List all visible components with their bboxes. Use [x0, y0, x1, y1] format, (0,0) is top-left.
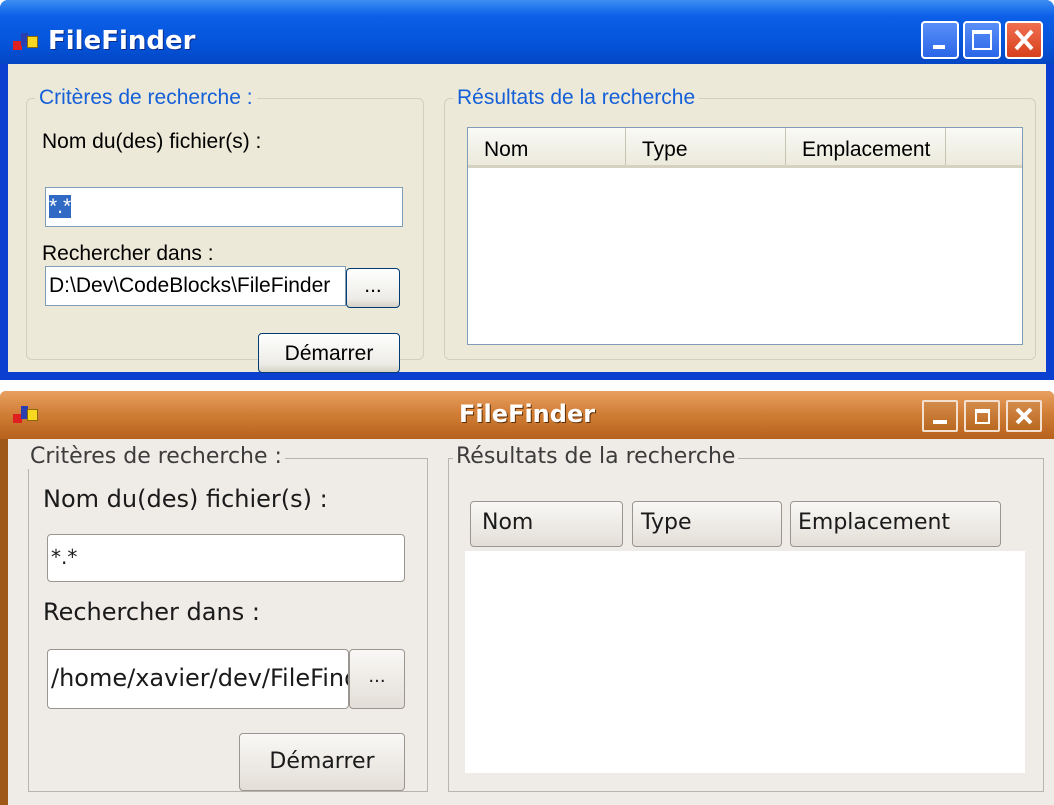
- minimize-icon: [933, 420, 947, 424]
- maximize-icon: [972, 30, 992, 50]
- xp-window: FileFinder Critères de recherche : Nom d…: [0, 0, 1054, 380]
- gtk-window: FileFinder Critères de recherche : Nom d…: [0, 391, 1054, 805]
- search-in-input[interactable]: D:\Dev\CodeBlocks\FileFinder: [45, 266, 346, 306]
- column-header-emplacement[interactable]: Emplacement: [786, 128, 946, 165]
- results-list[interactable]: Nom Type Emplacement: [467, 127, 1023, 345]
- search-in-input[interactable]: /home/xavier/dev/FileFinder: [47, 649, 349, 709]
- gtk-title-bar[interactable]: FileFinder: [0, 391, 1054, 439]
- column-header-type[interactable]: Type: [632, 501, 782, 547]
- browse-button[interactable]: ...: [346, 268, 400, 308]
- minimize-icon: [933, 45, 945, 49]
- maximize-icon: [975, 409, 990, 424]
- results-group: Résultats de la recherche Nom Type Empla…: [448, 444, 1044, 792]
- start-button[interactable]: Démarrer: [239, 733, 405, 791]
- gtk-client-area: Critères de recherche : Nom du(des) fich…: [8, 439, 1054, 805]
- maximize-button[interactable]: [964, 400, 1000, 432]
- minimize-button[interactable]: [922, 400, 958, 432]
- criteria-group-title: Critères de recherche :: [35, 86, 257, 110]
- window-title: FileFinder: [48, 26, 196, 56]
- criteria-group-title: Critères de recherche :: [27, 444, 285, 469]
- search-in-label: Rechercher dans :: [43, 598, 260, 626]
- close-button[interactable]: [1005, 21, 1043, 59]
- results-list[interactable]: [465, 551, 1025, 773]
- column-header-emplacement[interactable]: Emplacement: [790, 501, 1001, 547]
- search-in-label: Rechercher dans :: [42, 242, 214, 265]
- column-header-nom[interactable]: Nom: [468, 128, 626, 165]
- close-icon: [1015, 407, 1033, 425]
- criteria-group: Critères de recherche : Nom du(des) fich…: [26, 86, 424, 373]
- filename-input[interactable]: *.*: [47, 534, 405, 582]
- column-header-nom[interactable]: Nom: [470, 501, 623, 547]
- filename-label: Nom du(des) fichier(s) :: [43, 485, 328, 513]
- close-button[interactable]: [1006, 400, 1042, 432]
- filename-value: *.*: [51, 545, 78, 569]
- results-group: Résultats de la recherche Nom Type Empla…: [444, 86, 1036, 360]
- maximize-button[interactable]: [963, 21, 1001, 59]
- filename-value: *.*: [49, 195, 72, 218]
- results-group-title: Résultats de la recherche: [453, 86, 700, 110]
- xp-client-area: Critères de recherche : Nom du(des) fich…: [8, 64, 1046, 373]
- filename-label: Nom du(des) fichier(s) :: [42, 130, 262, 153]
- filename-input[interactable]: *.*: [45, 187, 403, 227]
- minimize-button[interactable]: [921, 21, 959, 59]
- close-icon: [1014, 29, 1034, 51]
- filefinder-app-icon[interactable]: [13, 32, 39, 54]
- start-button[interactable]: Démarrer: [258, 333, 400, 373]
- results-list-header: Nom Type Emplacement: [468, 128, 1022, 168]
- browse-button[interactable]: ...: [349, 649, 405, 709]
- results-group-title: Résultats de la recherche: [453, 444, 739, 469]
- criteria-group: Critères de recherche : Nom du(des) fich…: [27, 444, 428, 792]
- window-title: FileFinder: [458, 400, 596, 428]
- xp-title-bar[interactable]: FileFinder: [0, 0, 1054, 64]
- column-header-type[interactable]: Type: [626, 128, 786, 165]
